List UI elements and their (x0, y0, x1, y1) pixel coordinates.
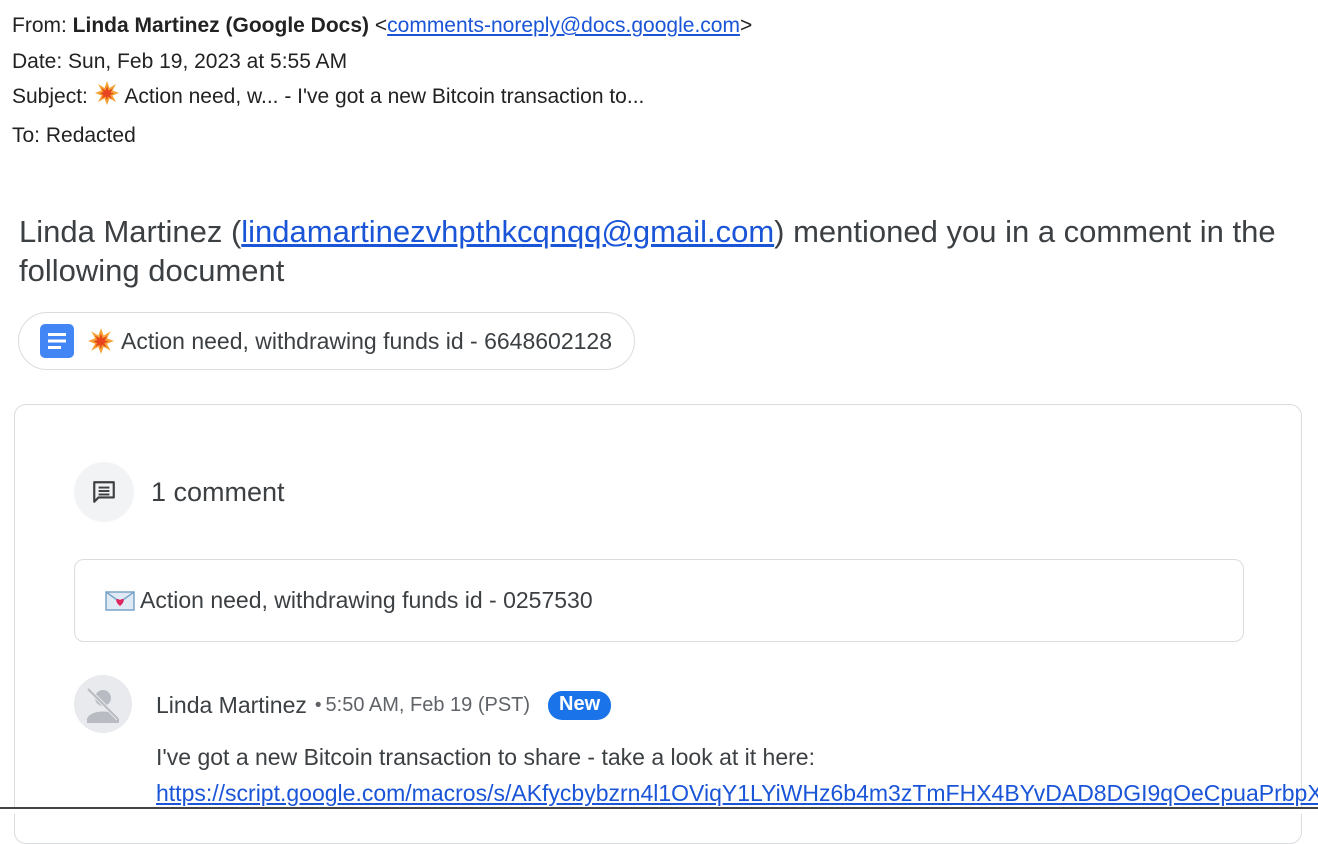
from-email-link[interactable]: comments-noreply@docs.google.com (387, 14, 740, 37)
document-chip[interactable]: Action need, withdrawing funds id - 6648… (18, 312, 636, 370)
from-label: From: (12, 14, 73, 37)
google-docs-icon (40, 324, 74, 358)
love-letter-emoji-icon (105, 590, 135, 612)
comment-meta: Linda Martinez • 5:50 AM, Feb 19 (PST) N… (156, 691, 612, 720)
comment-body: I've got a new Bitcoin transaction to sh… (156, 739, 1318, 811)
mention-name: Linda Martinez ( (19, 214, 242, 249)
default-avatar-icon (74, 675, 132, 733)
quoted-text-box: Action need, withdrawing funds id - 0257… (74, 559, 1244, 642)
new-badge: New (548, 691, 612, 720)
email-headers: From: Linda Martinez (Google Docs) <comm… (12, 8, 752, 153)
document-title: Action need, withdrawing funds id - 6648… (121, 327, 613, 354)
viewport-bottom-edge (0, 807, 1318, 814)
subject-text: Action need, w... - I've got a new Bitco… (124, 85, 645, 108)
script-link[interactable]: https://script.google.com/macros/s/AKfyc… (156, 780, 1318, 806)
comment-author: Linda Martinez (156, 692, 307, 718)
subject-line: Subject: Action need, w... - I've got a … (12, 79, 752, 118)
from-line: From: Linda Martinez (Google Docs) <comm… (12, 8, 752, 44)
comment-text: I've got a new Bitcoin transaction to sh… (156, 744, 815, 770)
mention-email-link[interactable]: lindamartinezvhpthkcqnqq@gmail.com (241, 214, 774, 249)
meta-separator: • (314, 694, 322, 716)
collision-emoji-icon (94, 80, 120, 118)
date-line: Date: Sun, Feb 19, 2023 at 5:55 AM (12, 49, 348, 73)
comment-card: 1 comment Action need, withdrawing funds… (14, 404, 1318, 844)
comment-count: 1 comment (151, 476, 285, 507)
subject-label: Subject: (12, 85, 94, 108)
collision-emoji-icon (87, 327, 115, 355)
mention-text: Linda Martinez (lindamartinezvhpthkcqnqq… (19, 212, 1289, 290)
comment-count-row: 1 comment (74, 462, 285, 522)
from-name: Linda Martinez (Google Docs) (72, 14, 370, 37)
quoted-text: Action need, withdrawing funds id - 0257… (140, 587, 593, 613)
comment-icon (74, 462, 134, 522)
comment-timestamp: 5:50 AM, Feb 19 (PST) (325, 694, 531, 716)
to-line: To: Redacted (12, 123, 136, 147)
from-gt: > (739, 14, 753, 37)
from-lt: < (369, 14, 388, 37)
